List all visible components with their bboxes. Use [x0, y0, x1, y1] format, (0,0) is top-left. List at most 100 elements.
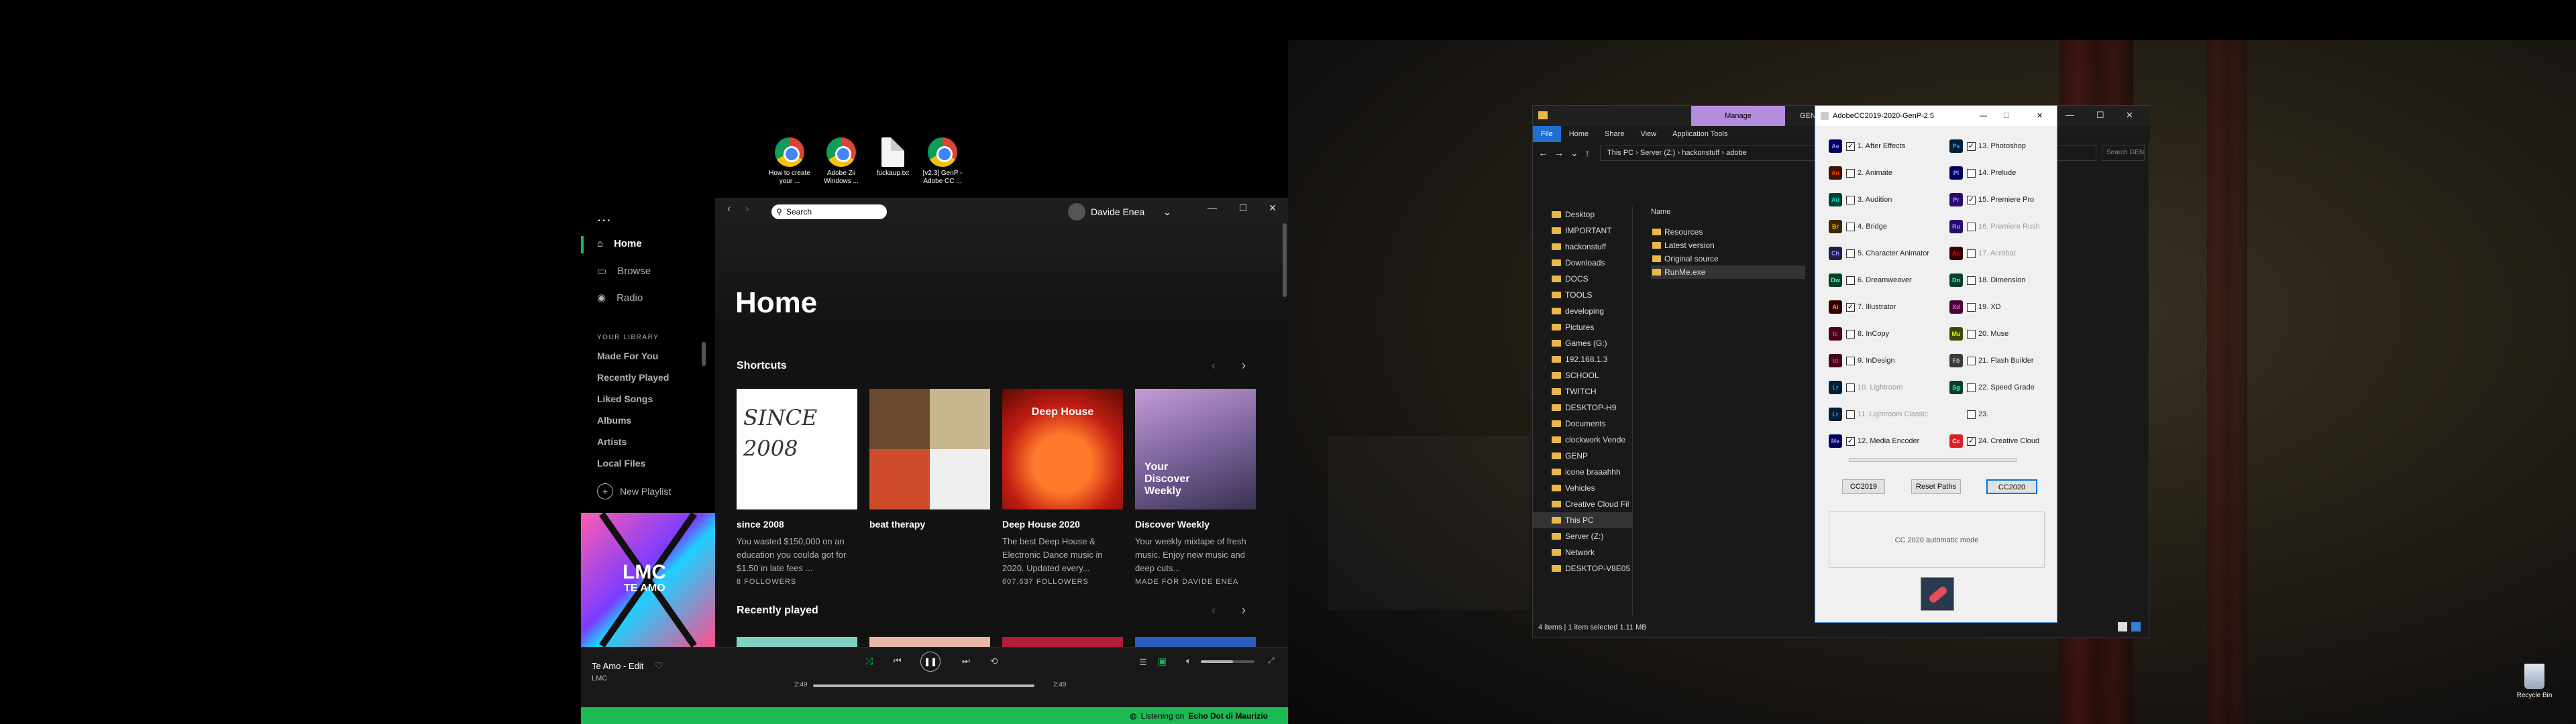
- tree-item[interactable]: 192.168.1.3: [1533, 351, 1632, 367]
- volume-slider[interactable]: [1201, 660, 1254, 663]
- card-beat-therapy[interactable]: beat therapy: [869, 389, 990, 530]
- nav-radio[interactable]: ◉ Radio: [597, 292, 643, 304]
- app-option[interactable]: Mu 20. Muse: [1949, 320, 2008, 347]
- desktop-icon[interactable]: Adobe Zii Windows ...: [818, 137, 864, 186]
- app-option[interactable]: Lr 11. Lightroom Classic: [1829, 401, 1928, 428]
- library-item[interactable]: Albums: [597, 415, 631, 426]
- forward-button[interactable]: ›: [745, 203, 749, 215]
- ribbon-tab[interactable]: View: [1632, 126, 1664, 142]
- tree-item[interactable]: Desktop: [1533, 206, 1632, 223]
- close-button[interactable]: ✕: [1257, 198, 1288, 218]
- app-checkbox[interactable]: [1967, 383, 1976, 392]
- tree-item[interactable]: hackonstuff: [1533, 239, 1632, 255]
- tree-item[interactable]: Network: [1533, 544, 1632, 560]
- tree-item[interactable]: TOOLS: [1533, 287, 1632, 303]
- app-checkbox[interactable]: ✓: [1846, 302, 1855, 312]
- app-checkbox[interactable]: [1967, 249, 1976, 258]
- app-option[interactable]: Ps ✓ 13. Photoshop: [1949, 133, 2026, 160]
- reset-paths-button[interactable]: Reset Paths: [1911, 479, 1961, 494]
- file-row[interactable]: Latest version: [1651, 239, 1805, 252]
- repeat-icon[interactable]: ⟲: [990, 656, 998, 667]
- app-option[interactable]: Xd 19. XD: [1949, 294, 2001, 320]
- app-checkbox[interactable]: [1967, 276, 1976, 285]
- desktop-icon[interactable]: How to create your ...: [767, 137, 812, 186]
- back-button[interactable]: ‹: [727, 203, 731, 215]
- app-option[interactable]: Lr 10. Lightroom: [1829, 374, 1902, 401]
- tree-item[interactable]: IMPORTANT: [1533, 223, 1632, 239]
- nav-browse[interactable]: ▭ Browse: [597, 265, 651, 278]
- column-name-header[interactable]: Name: [1651, 208, 1670, 216]
- patch-button[interactable]: [1921, 577, 1954, 611]
- recent-next-button[interactable]: ›: [1242, 603, 1246, 617]
- tree-item[interactable]: developing: [1533, 303, 1632, 319]
- file-row[interactable]: Resources: [1651, 225, 1805, 239]
- app-checkbox[interactable]: [1967, 168, 1976, 178]
- file-row[interactable]: RunMe.exe: [1651, 265, 1805, 279]
- volume-icon[interactable]: 🔈︎: [1186, 656, 1191, 666]
- main-scrollbar[interactable]: [1283, 223, 1287, 297]
- app-checkbox[interactable]: [1846, 329, 1855, 339]
- tree-item[interactable]: Downloads: [1533, 255, 1632, 271]
- app-option[interactable]: Cc ✓ 24. Creative Cloud: [1949, 428, 2039, 455]
- minimize-button[interactable]: —: [1197, 198, 1228, 218]
- tree-item[interactable]: SCHOOL: [1533, 367, 1632, 383]
- recent-prev-button[interactable]: ‹: [1212, 603, 1216, 617]
- tree-item[interactable]: icone braaahhh: [1533, 464, 1632, 480]
- app-option[interactable]: Ac 17. Acrobat: [1949, 240, 2016, 267]
- tree-item[interactable]: TWITCH: [1533, 383, 1632, 400]
- app-option[interactable]: Pl 14. Prelude: [1949, 160, 2016, 186]
- genp-minimize[interactable]: —: [1980, 106, 1987, 126]
- app-checkbox[interactable]: [1846, 383, 1855, 392]
- explorer-close[interactable]: ✕: [2126, 110, 2133, 121]
- app-option[interactable]: Br 4. Bridge: [1829, 213, 1887, 240]
- queue-icon[interactable]: ☰: [1139, 657, 1147, 668]
- track-title[interactable]: Te Amo - Edit: [592, 661, 643, 671]
- path-segment[interactable]: Server (Z:): [1640, 149, 1676, 157]
- app-option[interactable]: Dn 18. Dimension: [1949, 267, 2025, 294]
- app-option[interactable]: Sg 22. Speed Grade: [1949, 374, 2035, 401]
- recycle-bin[interactable]: Recycle Bin: [2511, 664, 2558, 699]
- tree-item[interactable]: GENP: [1533, 448, 1632, 464]
- recent-card[interactable]: [869, 637, 990, 647]
- tree-item[interactable]: Documents: [1533, 416, 1632, 432]
- tree-item[interactable]: Creative Cloud Fil: [1533, 496, 1632, 512]
- ribbon-tab[interactable]: Home: [1561, 126, 1597, 142]
- app-option[interactable]: Ic 8. InCopy: [1829, 320, 1889, 347]
- nav-home[interactable]: ⌂ Home: [597, 238, 642, 249]
- explorer-maximize[interactable]: ☐: [2096, 110, 2104, 121]
- tree-item[interactable]: DOCS: [1533, 271, 1632, 287]
- app-option[interactable]: Ai ✓ 7. Illustrator: [1829, 294, 1896, 320]
- app-option[interactable]: Au 3. Audition: [1829, 186, 1892, 213]
- new-playlist-button[interactable]: + New Playlist: [597, 483, 671, 499]
- app-checkbox[interactable]: ✓: [1846, 436, 1855, 446]
- tree-item[interactable]: DESKTOP-H9: [1533, 400, 1632, 416]
- app-option[interactable]: Ae ✓ 1. After Effects: [1829, 133, 1905, 160]
- app-option[interactable]: Pr ✓ 15. Premiere Pro: [1949, 186, 2034, 213]
- progress-track[interactable]: [813, 684, 1034, 687]
- path-segment[interactable]: hackonstuff: [1682, 149, 1719, 157]
- app-checkbox[interactable]: [1846, 276, 1855, 285]
- app-option[interactable]: An 2. Animate: [1829, 160, 1892, 186]
- library-item[interactable]: Artists: [597, 436, 627, 447]
- ribbon-tab[interactable]: Share: [1597, 126, 1632, 142]
- app-option[interactable]: Me ✓ 12. Media Encoder: [1829, 428, 1919, 455]
- card-discover-weekly[interactable]: Your Discover Weekly Discover Weekly You…: [1135, 389, 1256, 586]
- shuffle-icon[interactable]: ⤮: [865, 656, 873, 667]
- cc2020-button[interactable]: CC2020: [1986, 479, 2037, 494]
- desktop-icon[interactable]: fuckaup.txt: [870, 137, 916, 178]
- ribbon-tab[interactable]: File: [1533, 126, 1561, 142]
- pane-divider[interactable]: [1632, 206, 1633, 615]
- recent-card[interactable]: [737, 637, 857, 647]
- tree-item[interactable]: Games (G:): [1533, 335, 1632, 351]
- app-checkbox[interactable]: [1846, 356, 1855, 365]
- app-option[interactable]: Id 9. InDesign: [1829, 347, 1895, 374]
- connect-status-bar[interactable]: ◍ Listening on Echo Dot di Maurizio: [581, 707, 1288, 724]
- tree-item[interactable]: clockwork Vende: [1533, 432, 1632, 448]
- previous-icon[interactable]: ⏮: [894, 656, 902, 666]
- heart-icon[interactable]: ♡: [655, 660, 663, 672]
- fullscreen-icon[interactable]: ⤢: [1268, 656, 1275, 666]
- card-since-2008[interactable]: SINCE 2008 since 2008 You wasted $150,00…: [737, 389, 857, 586]
- tiles-view-icon[interactable]: [2131, 622, 2141, 631]
- ribbon-tab[interactable]: Application Tools: [1664, 126, 1735, 142]
- app-checkbox[interactable]: [1846, 249, 1855, 258]
